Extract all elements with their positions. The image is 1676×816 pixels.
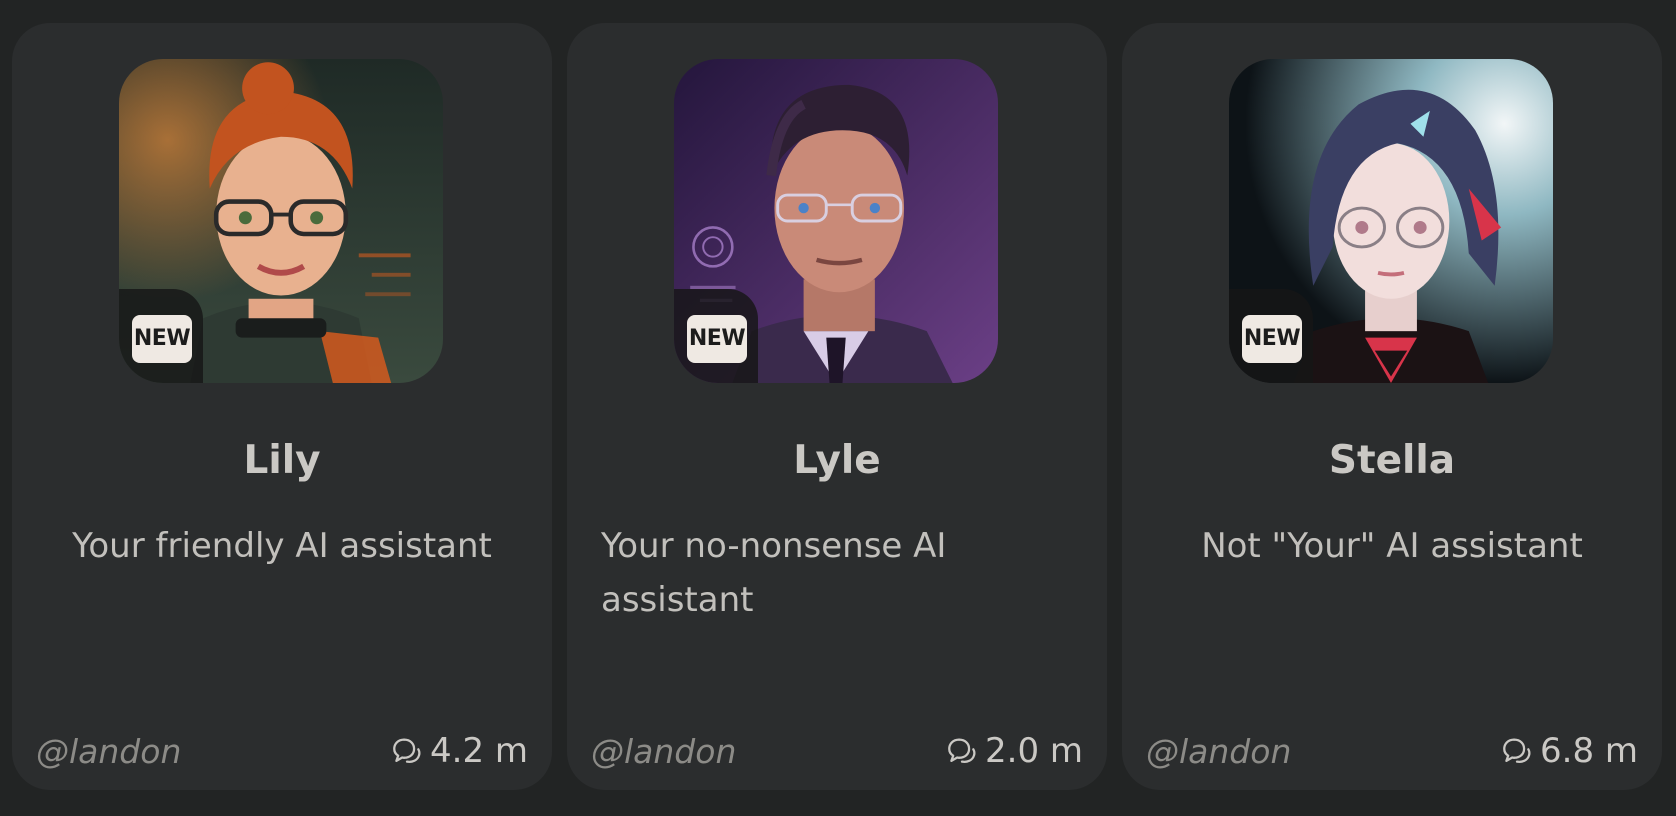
author-handle[interactable]: @landon <box>1146 732 1291 771</box>
interaction-count: 4.2 m <box>390 731 528 771</box>
character-avatar[interactable]: NEW <box>1229 59 1553 383</box>
character-name: Stella <box>1328 438 1456 483</box>
badge-backdrop: NEW <box>674 289 758 383</box>
card-footer: @landon 4.2 m <box>36 723 528 779</box>
chat-bubbles-icon <box>1503 738 1531 763</box>
interaction-count-value: 4.2 m <box>430 731 528 771</box>
badge-backdrop: NEW <box>119 289 203 383</box>
new-badge: NEW <box>132 315 192 363</box>
author-handle[interactable]: @landon <box>591 732 736 771</box>
card-footer: @landon 2.0 m <box>591 723 1083 779</box>
character-card-stella[interactable]: NEW Stella Not "Your" AI assistant @land… <box>1122 23 1662 790</box>
character-avatar[interactable]: NEW <box>119 59 443 383</box>
card-footer: @landon 6.8 m <box>1146 723 1638 779</box>
chat-bubbles-icon <box>393 738 421 763</box>
badge-backdrop: NEW <box>1229 289 1313 383</box>
character-card-lyle[interactable]: NEW Lyle Your no-nonsense AI assistant @… <box>567 23 1107 790</box>
character-name: Lily <box>243 438 321 483</box>
author-handle[interactable]: @landon <box>36 732 181 771</box>
interaction-count: 6.8 m <box>1500 731 1638 771</box>
interaction-count-value: 6.8 m <box>1540 731 1638 771</box>
character-card-lily[interactable]: NEW Lily Your friendly AI assistant @lan… <box>12 23 552 790</box>
character-description: Not "Your" AI assistant <box>1201 526 1583 566</box>
new-badge: NEW <box>687 315 747 363</box>
interaction-count-value: 2.0 m <box>985 731 1083 771</box>
character-description: Your friendly AI assistant <box>72 526 492 566</box>
character-name: Lyle <box>793 438 881 483</box>
chat-bubbles-icon <box>948 738 976 763</box>
new-badge: NEW <box>1242 315 1302 363</box>
character-avatar[interactable]: NEW <box>674 59 998 383</box>
interaction-count: 2.0 m <box>945 731 1083 771</box>
character-description: Your no-nonsense AI assistant <box>601 526 947 620</box>
character-grid: NEW Lily Your friendly AI assistant @lan… <box>12 23 1662 790</box>
